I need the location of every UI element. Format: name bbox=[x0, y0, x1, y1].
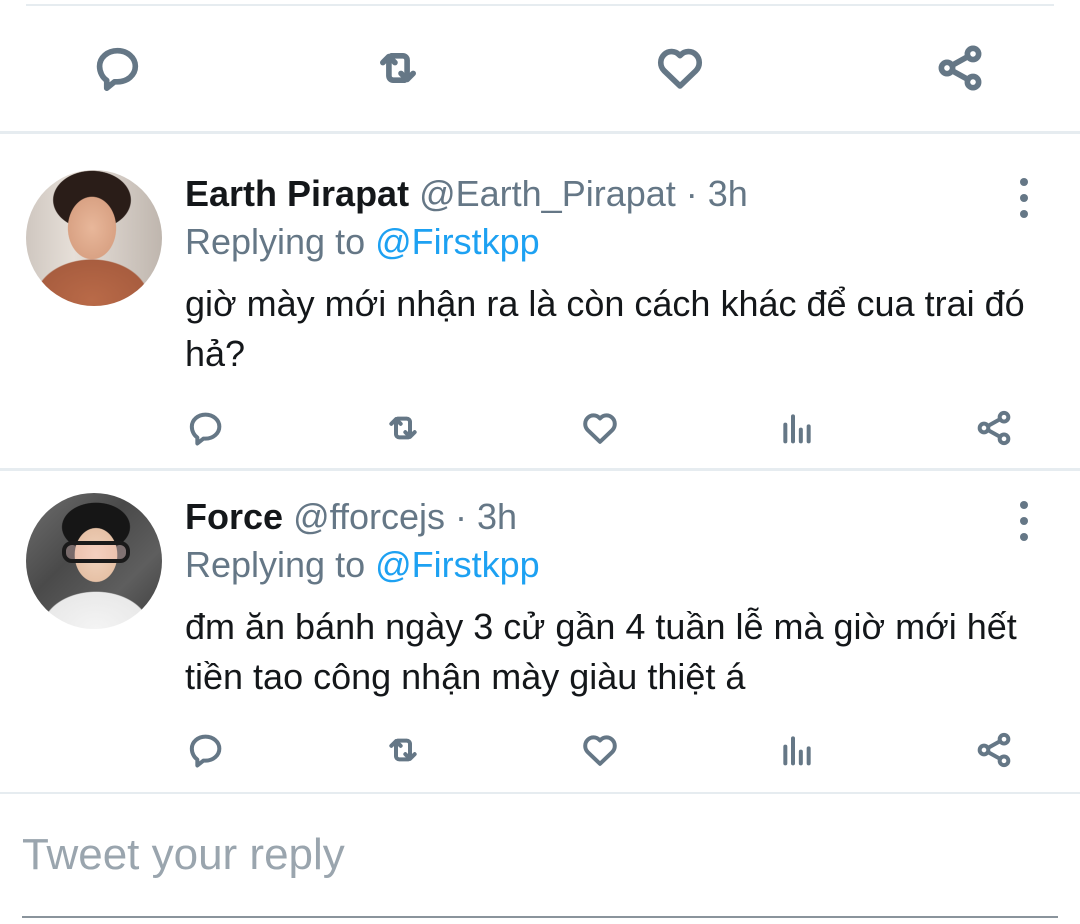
replying-prefix: Replying to bbox=[185, 221, 376, 262]
replying-prefix: Replying to bbox=[185, 544, 376, 585]
divider bbox=[0, 792, 1080, 794]
tweet-header: Earth Pirapat @Earth_Pirapat · 3h bbox=[185, 173, 748, 215]
mention-link[interactable]: @Firstkpp bbox=[375, 221, 540, 262]
reply-icon[interactable] bbox=[88, 38, 148, 98]
input-underline bbox=[22, 916, 1058, 918]
tweet-reply-input[interactable] bbox=[22, 820, 1058, 890]
reply-tweet[interactable]: Earth Pirapat @Earth_Pirapat · 3h Replyi… bbox=[0, 134, 1080, 468]
tweet-thread-screen: Earth Pirapat @Earth_Pirapat · 3h Replyi… bbox=[0, 0, 1080, 924]
replying-to: Replying to @Firstkpp bbox=[185, 544, 540, 586]
avatar[interactable] bbox=[26, 170, 162, 306]
tweet-text: đm ăn bánh ngày 3 cử gần 4 tuần lễ mà gi… bbox=[185, 606, 1017, 697]
timestamp: · 3h bbox=[675, 173, 748, 214]
display-name[interactable]: Earth Pirapat bbox=[185, 173, 409, 214]
display-name[interactable]: Force bbox=[185, 496, 283, 537]
main-tweet-actions bbox=[0, 10, 1080, 130]
retweet-icon[interactable] bbox=[381, 728, 425, 772]
analytics-icon[interactable] bbox=[775, 728, 819, 772]
reply-icon[interactable] bbox=[184, 728, 228, 772]
share-icon[interactable] bbox=[972, 406, 1016, 450]
retweet-icon[interactable] bbox=[381, 406, 425, 450]
user-handle[interactable]: @Earth_Pirapat bbox=[419, 173, 676, 214]
more-options-icon[interactable] bbox=[1012, 178, 1036, 218]
reply-composer bbox=[0, 796, 1080, 924]
share-icon[interactable] bbox=[972, 728, 1016, 772]
avatar[interactable] bbox=[26, 493, 162, 629]
divider bbox=[26, 4, 1054, 6]
heart-icon[interactable] bbox=[650, 38, 710, 98]
tweet-header: Force @fforcejs · 3h bbox=[185, 496, 517, 538]
tweet-text: giờ mày mới nhận ra là còn cách khác để … bbox=[185, 283, 1025, 374]
reply-icon[interactable] bbox=[184, 406, 228, 450]
analytics-icon[interactable] bbox=[775, 406, 819, 450]
timestamp: · 3h bbox=[445, 496, 518, 537]
avatar-detail bbox=[62, 541, 130, 563]
heart-icon[interactable] bbox=[578, 728, 622, 772]
replying-to: Replying to @Firstkpp bbox=[185, 221, 540, 263]
share-icon[interactable] bbox=[930, 38, 990, 98]
retweet-icon[interactable] bbox=[368, 38, 428, 98]
reply-tweet[interactable]: Force @fforcejs · 3h Replying to @Firstk… bbox=[0, 471, 1080, 792]
heart-icon[interactable] bbox=[578, 406, 622, 450]
user-handle[interactable]: @fforcejs bbox=[293, 496, 445, 537]
more-options-icon[interactable] bbox=[1012, 501, 1036, 541]
mention-link[interactable]: @Firstkpp bbox=[375, 544, 540, 585]
